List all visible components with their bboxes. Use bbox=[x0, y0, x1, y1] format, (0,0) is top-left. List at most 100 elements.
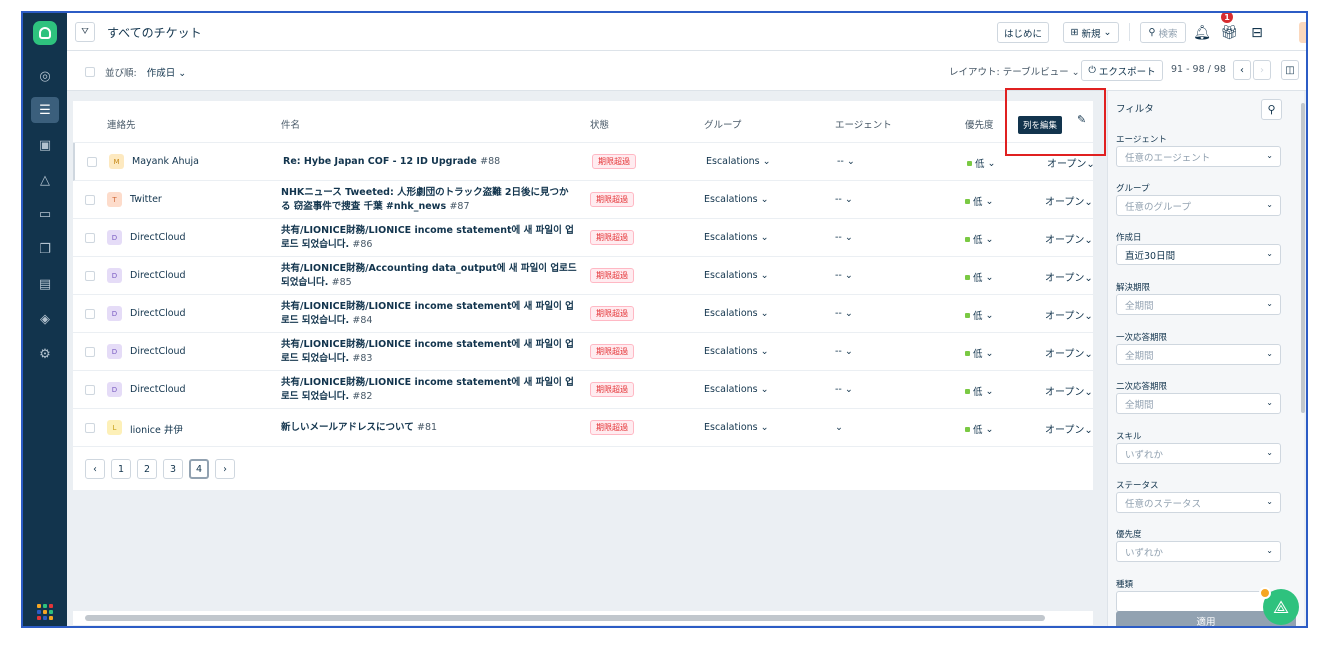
group-dropdown[interactable]: Escalations ⌄ bbox=[704, 422, 769, 433]
column-agent[interactable]: エージェント bbox=[835, 117, 892, 131]
contact-name[interactable]: Mayank Ahuja bbox=[132, 156, 199, 167]
horizontal-scrollbar[interactable] bbox=[73, 611, 1093, 625]
priority-dropdown[interactable]: 低 ⌄ bbox=[965, 232, 993, 246]
table-row[interactable]: L lionice 井伊 新しいメールアドレスについて #81 期限超過 Esc… bbox=[73, 409, 1093, 447]
column-group[interactable]: グループ bbox=[704, 117, 741, 131]
status-dropdown[interactable]: オープン⌄ bbox=[1045, 345, 1093, 360]
ticket-subject[interactable]: 共有/LIONICE財務/LIONICE income statement에 새… bbox=[281, 376, 577, 404]
filter-agent-select[interactable]: 任意のエージェント ⌄ bbox=[1116, 146, 1281, 167]
status-dropdown[interactable]: オープン⌄ bbox=[1045, 231, 1093, 246]
page-3-button[interactable]: 3 bbox=[163, 459, 183, 479]
group-dropdown[interactable]: Escalations ⌄ bbox=[704, 346, 769, 357]
group-dropdown[interactable]: Escalations ⌄ bbox=[704, 194, 769, 205]
contact-name[interactable]: DirectCloud bbox=[130, 384, 186, 395]
select-all-checkbox[interactable] bbox=[85, 67, 95, 77]
page-2-button[interactable]: 2 bbox=[137, 459, 157, 479]
status-dropdown[interactable]: オープン⌄ bbox=[1045, 383, 1093, 398]
reports-icon[interactable]: ▤ bbox=[34, 273, 56, 295]
status-dropdown[interactable]: オープン⌄ bbox=[1045, 307, 1093, 322]
sort-dropdown[interactable]: 作成日 ⌄ bbox=[147, 65, 187, 79]
group-dropdown[interactable]: Escalations ⌄ bbox=[704, 232, 769, 243]
apps-marketplace-icon[interactable]: ⊟ bbox=[1247, 23, 1267, 43]
filter-resolution-due-select[interactable]: 全期間 ⌄ bbox=[1116, 294, 1281, 315]
row-checkbox[interactable] bbox=[85, 309, 95, 319]
next-page-button[interactable]: › bbox=[1253, 60, 1271, 80]
search-button[interactable]: ⚲ 検索 bbox=[1140, 22, 1186, 43]
column-state[interactable]: 状態 bbox=[590, 117, 609, 131]
priority-dropdown[interactable]: 低 ⌄ bbox=[965, 346, 993, 360]
ticket-subject[interactable]: 新しいメールアドレスについて #81 bbox=[281, 421, 577, 435]
export-button[interactable]: ⏻ エクスポート bbox=[1081, 60, 1163, 81]
tickets-icon[interactable]: ☰ bbox=[31, 97, 59, 123]
discover-icon[interactable]: ◈ bbox=[34, 308, 56, 330]
row-checkbox[interactable] bbox=[85, 195, 95, 205]
ticket-subject[interactable]: NHKニュース Tweeted: 人形劇団のトラック盗難 2日後に見つかる 窃盗… bbox=[281, 186, 577, 214]
row-checkbox[interactable] bbox=[85, 385, 95, 395]
app-logo[interactable] bbox=[33, 21, 57, 45]
page-1-button[interactable]: 1 bbox=[111, 459, 131, 479]
table-row[interactable]: M Mayank Ahuja Re: Hybe Japan COF - 12 I… bbox=[73, 143, 1095, 181]
agent-dropdown[interactable]: -- ⌄ bbox=[835, 194, 853, 205]
agent-dropdown[interactable]: -- ⌄ bbox=[835, 384, 853, 395]
column-subject[interactable]: 件名 bbox=[281, 117, 300, 131]
agent-dropdown[interactable]: -- ⌄ bbox=[837, 156, 855, 167]
status-dropdown[interactable]: オープン⌄ bbox=[1047, 155, 1095, 170]
agent-dropdown[interactable]: -- ⌄ bbox=[835, 232, 853, 243]
priority-dropdown[interactable]: 低 ⌄ bbox=[965, 384, 993, 398]
filter-type-select[interactable]: ⌄ bbox=[1116, 591, 1281, 612]
status-dropdown[interactable]: オープン⌄ bbox=[1045, 421, 1093, 436]
table-row[interactable]: T Twitter NHKニュース Tweeted: 人形劇団のトラック盗難 2… bbox=[73, 181, 1093, 219]
contact-name[interactable]: DirectCloud bbox=[130, 308, 186, 319]
group-dropdown[interactable]: Escalations ⌄ bbox=[704, 270, 769, 281]
priority-dropdown[interactable]: 低 ⌄ bbox=[965, 194, 993, 208]
ticket-subject[interactable]: 共有/LIONICE財務/LIONICE income statement에 새… bbox=[281, 224, 577, 252]
pager-prev-button[interactable]: ‹ bbox=[85, 459, 105, 479]
layout-dropdown[interactable]: レイアウト: テーブルビュー ⌄ bbox=[949, 64, 1080, 78]
previous-page-button[interactable]: ‹ bbox=[1233, 60, 1251, 80]
row-checkbox[interactable] bbox=[85, 233, 95, 243]
group-dropdown[interactable]: Escalations ⌄ bbox=[706, 156, 771, 167]
column-contact[interactable]: 連絡先 bbox=[107, 117, 136, 131]
filter-toggle-button[interactable]: ⛛ bbox=[75, 22, 95, 42]
row-checkbox[interactable] bbox=[85, 347, 95, 357]
ticket-subject[interactable]: 共有/LIONICE財務/LIONICE income statement에 새… bbox=[281, 338, 577, 366]
ticket-subject[interactable]: Re: Hybe Japan COF - 12 ID Upgrade #88 bbox=[283, 155, 579, 169]
table-row[interactable]: D DirectCloud 共有/LIONICE財務/Accounting da… bbox=[73, 257, 1093, 295]
contact-name[interactable]: DirectCloud bbox=[130, 346, 186, 357]
contact-name[interactable]: DirectCloud bbox=[130, 270, 186, 281]
contact-name[interactable]: lionice 井伊 bbox=[130, 422, 183, 436]
filter-search-button[interactable]: ⚲ bbox=[1261, 99, 1282, 120]
agent-dropdown[interactable]: -- ⌄ bbox=[835, 270, 853, 281]
filter-status-select[interactable]: 任意のステータス ⌄ bbox=[1116, 492, 1281, 513]
status-dropdown[interactable]: オープン⌄ bbox=[1045, 193, 1093, 208]
user-avatar[interactable]: ● bbox=[1299, 22, 1306, 43]
agent-dropdown[interactable]: -- ⌄ bbox=[835, 346, 853, 357]
toggle-filter-panel-button[interactable]: ◫ bbox=[1281, 60, 1299, 80]
social-icon[interactable]: △ bbox=[34, 169, 56, 191]
agent-dropdown[interactable]: ⌄ bbox=[835, 422, 843, 433]
forums-icon[interactable]: ❐ bbox=[34, 238, 56, 260]
filter-panel-scrollbar[interactable] bbox=[1301, 103, 1305, 413]
table-row[interactable]: D DirectCloud 共有/LIONICE財務/LIONICE incom… bbox=[73, 295, 1093, 333]
row-checkbox[interactable] bbox=[87, 157, 97, 167]
table-row[interactable]: D DirectCloud 共有/LIONICE財務/LIONICE incom… bbox=[73, 371, 1093, 409]
group-dropdown[interactable]: Escalations ⌄ bbox=[704, 384, 769, 395]
priority-dropdown[interactable]: 低 ⌄ bbox=[965, 422, 993, 436]
row-checkbox[interactable] bbox=[85, 423, 95, 433]
gift-icon[interactable]: 🎁︎ bbox=[1219, 23, 1239, 43]
group-dropdown[interactable]: Escalations ⌄ bbox=[704, 308, 769, 319]
ticket-subject[interactable]: 共有/LIONICE財務/LIONICE income statement에 새… bbox=[281, 300, 577, 328]
filter-group-select[interactable]: 任意のグループ ⌄ bbox=[1116, 195, 1281, 216]
status-dropdown[interactable]: オープン⌄ bbox=[1045, 269, 1093, 284]
ticket-subject[interactable]: 共有/LIONICE財務/Accounting data_output에 새 파… bbox=[281, 262, 577, 290]
pager-next-button[interactable]: › bbox=[215, 459, 235, 479]
priority-dropdown[interactable]: 低 ⌄ bbox=[965, 308, 993, 322]
scrollbar-thumb[interactable] bbox=[85, 615, 1045, 621]
table-row[interactable]: D DirectCloud 共有/LIONICE財務/LIONICE incom… bbox=[73, 333, 1093, 371]
settings-icon[interactable]: ⚙ bbox=[34, 343, 56, 365]
contacts-icon[interactable]: ▣ bbox=[34, 134, 56, 156]
filter-first-response-select[interactable]: 全期間 ⌄ bbox=[1116, 344, 1281, 365]
contact-name[interactable]: DirectCloud bbox=[130, 232, 186, 243]
dashboard-icon[interactable]: ◎ bbox=[34, 65, 56, 87]
page-4-button[interactable]: 4 bbox=[189, 459, 209, 479]
